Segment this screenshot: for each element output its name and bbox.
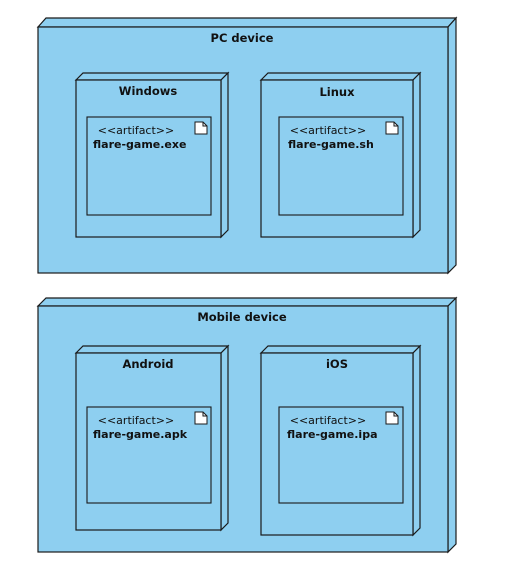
node-mobile-device-title: Mobile device — [197, 310, 287, 324]
node-mobile-device-top — [36, 297, 458, 307]
node-pc-device-top — [36, 17, 458, 28]
artifact-android-name: flare-game.apk — [93, 428, 188, 441]
node-ios[interactable]: iOS <<artifact>> flare-game.ipa — [259, 344, 422, 537]
node-windows-side — [220, 71, 229, 239]
node-mobile-device-side — [447, 296, 457, 554]
node-pc-device-side — [447, 16, 457, 275]
artifact-ios-name: flare-game.ipa — [287, 428, 378, 441]
artifact-linux-stereotype: <<artifact>> — [290, 124, 366, 137]
node-pc-device-title: PC device — [211, 31, 274, 45]
artifact-linux-name: flare-game.sh — [288, 138, 374, 151]
artifact-windows[interactable]: <<artifact>> flare-game.exe — [86, 116, 212, 216]
artifact-ios[interactable]: <<artifact>> flare-game.ipa — [278, 406, 404, 504]
artifact-linux[interactable]: <<artifact>> flare-game.sh — [278, 116, 404, 216]
node-android-side — [220, 344, 229, 532]
artifact-android[interactable]: <<artifact>> flare-game.apk — [86, 406, 212, 504]
node-windows-title: Windows — [119, 84, 178, 98]
node-mobile-device[interactable]: Mobile device Android <<artifact>> flare… — [36, 296, 458, 554]
node-pc-device[interactable]: PC device Windows <<artifact>> flare-gam… — [36, 16, 458, 275]
node-linux-top — [259, 72, 422, 81]
node-linux-title: Linux — [319, 85, 355, 99]
node-linux-side — [412, 71, 421, 239]
deployment-diagram: PC device Windows <<artifact>> flare-gam… — [36, 16, 458, 554]
document-icon — [194, 121, 208, 135]
document-icon — [385, 121, 399, 135]
node-linux[interactable]: Linux <<artifact>> flare-game.sh — [259, 71, 422, 239]
node-ios-side — [412, 344, 421, 537]
node-android-top — [74, 345, 230, 354]
node-android[interactable]: Android <<artifact>> flare-game.apk — [74, 344, 230, 532]
node-ios-title: iOS — [326, 357, 348, 371]
artifact-android-stereotype: <<artifact>> — [98, 414, 174, 427]
document-icon — [385, 411, 399, 425]
artifact-windows-stereotype: <<artifact>> — [98, 124, 174, 137]
node-windows[interactable]: Windows <<artifact>> flare-game.exe — [74, 71, 230, 239]
node-android-title: Android — [122, 357, 173, 371]
node-windows-top — [74, 72, 230, 81]
node-ios-top — [259, 345, 422, 354]
artifact-ios-stereotype: <<artifact>> — [290, 414, 366, 427]
artifact-windows-name: flare-game.exe — [93, 138, 186, 151]
document-icon — [194, 411, 208, 425]
